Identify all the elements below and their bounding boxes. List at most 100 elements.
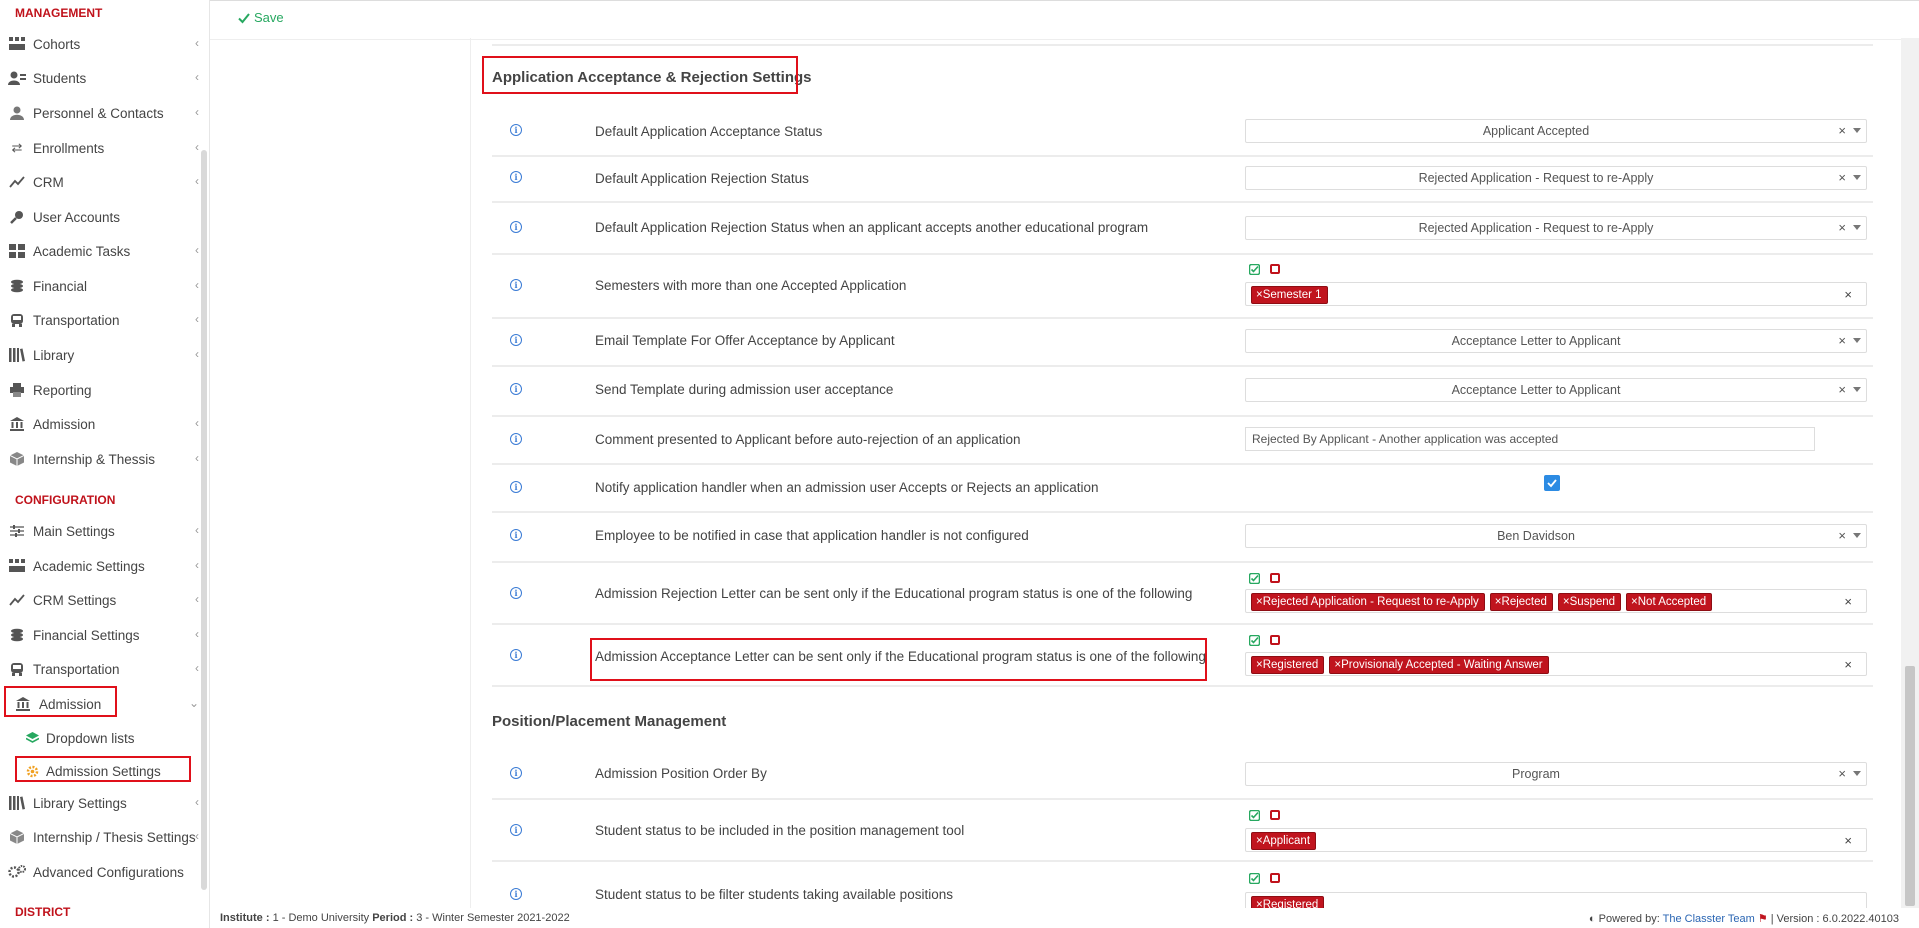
sidebar-item-personnel[interactable]: Personnel & Contacts ‹ xyxy=(0,99,205,127)
classter-team-link[interactable]: The Classter Team xyxy=(1663,913,1755,925)
deselect-all-icon[interactable] xyxy=(1270,635,1280,645)
sidebar-item-reporting[interactable]: Reporting xyxy=(0,376,205,404)
email-template-select[interactable]: Acceptance Letter to Applicant × xyxy=(1245,329,1867,353)
notify-checkbox[interactable] xyxy=(1544,475,1560,491)
clear-icon[interactable]: × xyxy=(1844,657,1852,672)
tag[interactable]: ×Rejected xyxy=(1489,593,1553,611)
sidebar-item-cohorts[interactable]: Cohorts ‹ xyxy=(0,30,205,58)
chevron-left-icon: ‹ xyxy=(195,105,199,119)
info-icon[interactable]: i xyxy=(510,279,522,291)
books-icon xyxy=(8,795,26,811)
sidebar-item-transportation[interactable]: Transportation ‹ xyxy=(0,306,205,334)
crm-icon xyxy=(8,174,26,190)
sidebar-item-dropdown-lists[interactable]: Dropdown lists xyxy=(18,725,135,751)
deselect-all-icon[interactable] xyxy=(1270,573,1280,583)
select-all-icon[interactable] xyxy=(1249,573,1260,584)
clear-icon[interactable]: × xyxy=(1838,528,1846,543)
tag[interactable]: ×Provisionaly Accepted - Waiting Answer xyxy=(1329,656,1549,674)
main-scrollbar[interactable] xyxy=(1901,38,1919,908)
tag[interactable]: ×Not Accepted xyxy=(1626,593,1713,611)
caret-down-icon[interactable] xyxy=(1853,225,1861,230)
sidebar-item-academic-settings[interactable]: Academic Settings ‹ xyxy=(0,552,205,580)
scrollbar-thumb[interactable] xyxy=(1905,666,1915,906)
sidebar-scrollbar[interactable] xyxy=(201,150,207,890)
sidebar-item-advanced-configurations[interactable]: Advanced Configurations xyxy=(0,858,205,886)
select-all-icon[interactable] xyxy=(1249,635,1260,646)
info-icon[interactable]: i xyxy=(510,888,522,900)
info-icon[interactable]: i xyxy=(510,221,522,233)
info-icon[interactable]: i xyxy=(510,649,522,661)
filter-students-multiselect[interactable]: ×Registered xyxy=(1245,892,1867,908)
sidebar-item-admission[interactable]: Admission ‹ xyxy=(0,410,205,438)
sidebar-item-financial-settings[interactable]: Financial Settings ‹ xyxy=(0,621,205,649)
info-icon[interactable]: i xyxy=(510,334,522,346)
tag[interactable]: ×Registered xyxy=(1251,656,1325,674)
sidebar-item-transportation-settings[interactable]: Transportation ‹ xyxy=(0,655,205,683)
clear-icon[interactable]: × xyxy=(1844,833,1852,848)
sidebar-item-enrollments[interactable]: ⇄ Enrollments ‹ xyxy=(0,134,205,162)
employee-select[interactable]: Ben Davidson × xyxy=(1245,524,1867,548)
tag[interactable]: ×Applicant xyxy=(1251,832,1317,850)
select-all-icon[interactable] xyxy=(1249,873,1260,884)
clear-icon[interactable]: × xyxy=(1838,766,1846,781)
caret-down-icon[interactable] xyxy=(1853,533,1861,538)
info-icon[interactable]: i xyxy=(510,767,522,779)
info-icon[interactable]: i xyxy=(510,824,522,836)
save-button[interactable]: Save xyxy=(238,10,284,25)
caret-down-icon[interactable] xyxy=(1853,338,1861,343)
highlight-admission-settings xyxy=(15,756,191,782)
clear-icon[interactable]: × xyxy=(1838,382,1846,397)
sidebar-item-user-accounts[interactable]: User Accounts xyxy=(0,203,205,231)
position-status-multiselect[interactable]: ×Applicant × xyxy=(1245,828,1867,852)
sidebar-item-library-settings[interactable]: Library Settings ‹ xyxy=(0,789,205,817)
acceptance-status-select[interactable]: Applicant Accepted × xyxy=(1245,119,1867,143)
info-icon[interactable]: i xyxy=(510,171,522,183)
setting-row-comment: i Comment presented to Applicant before … xyxy=(492,419,1873,465)
tag[interactable]: ×Suspend xyxy=(1557,593,1622,611)
tag[interactable]: ×Registered xyxy=(1251,896,1325,908)
acceptance-letter-multiselect[interactable]: ×Registered ×Provisionaly Accepted - Wait… xyxy=(1245,652,1867,676)
district-heading: DISTRICT xyxy=(15,905,71,919)
clear-icon[interactable]: × xyxy=(1838,333,1846,348)
select-all-icon[interactable] xyxy=(1249,264,1260,275)
clear-icon[interactable]: × xyxy=(1838,220,1846,235)
sidebar-item-internship-settings[interactable]: Internship / Thesis Settings ‹ xyxy=(0,823,205,851)
rejection-status-select[interactable]: Rejected Application - Request to re-App… xyxy=(1245,166,1867,190)
tag[interactable]: ×Rejected Application - Request to re-Ap… xyxy=(1251,593,1485,611)
sidebar-item-students[interactable]: Students ‹ xyxy=(0,64,205,92)
comment-input[interactable]: Rejected By Applicant - Another applicat… xyxy=(1245,427,1815,451)
clear-icon[interactable]: × xyxy=(1844,594,1852,609)
position-order-select[interactable]: Program × xyxy=(1245,762,1867,786)
info-icon[interactable]: i xyxy=(510,383,522,395)
clear-icon[interactable]: × xyxy=(1844,287,1852,302)
caret-down-icon[interactable] xyxy=(1853,128,1861,133)
key-icon xyxy=(8,209,26,225)
caret-down-icon[interactable] xyxy=(1853,771,1861,776)
cohorts-icon xyxy=(8,36,26,52)
sidebar-item-crm-settings[interactable]: CRM Settings ‹ xyxy=(0,586,205,614)
clear-icon[interactable]: × xyxy=(1838,170,1846,185)
sidebar-item-main-settings[interactable]: Main Settings ‹ xyxy=(0,517,205,545)
caret-down-icon[interactable] xyxy=(1853,175,1861,180)
select-all-icon[interactable] xyxy=(1249,810,1260,821)
sidebar-item-financial[interactable]: Financial ‹ xyxy=(0,272,205,300)
deselect-all-icon[interactable] xyxy=(1270,264,1280,274)
clear-icon[interactable]: × xyxy=(1838,123,1846,138)
info-icon[interactable]: i xyxy=(510,529,522,541)
tag[interactable]: ×Semester 1 xyxy=(1251,286,1328,304)
caret-down-icon[interactable] xyxy=(1853,387,1861,392)
rejection-letter-multiselect[interactable]: ×Rejected Application - Request to re-Ap… xyxy=(1245,589,1867,613)
deselect-all-icon[interactable] xyxy=(1270,810,1280,820)
info-icon[interactable]: i xyxy=(510,433,522,445)
rejection-other-program-select[interactable]: Rejected Application - Request to re-App… xyxy=(1245,216,1867,240)
send-template-select[interactable]: Acceptance Letter to Applicant × xyxy=(1245,378,1867,402)
deselect-all-icon[interactable] xyxy=(1270,873,1280,883)
info-icon[interactable]: i xyxy=(510,481,522,493)
info-icon[interactable]: i xyxy=(510,587,522,599)
info-icon[interactable]: i xyxy=(510,124,522,136)
sidebar-item-academic-tasks[interactable]: Academic Tasks ‹ xyxy=(0,237,205,265)
semesters-multiselect[interactable]: ×Semester 1 × xyxy=(1245,282,1867,306)
sidebar-item-crm[interactable]: CRM ‹ xyxy=(0,168,205,196)
sidebar-item-internship[interactable]: Internship & Thessis ‹ xyxy=(0,445,205,473)
sidebar-item-library[interactable]: Library ‹ xyxy=(0,341,205,369)
